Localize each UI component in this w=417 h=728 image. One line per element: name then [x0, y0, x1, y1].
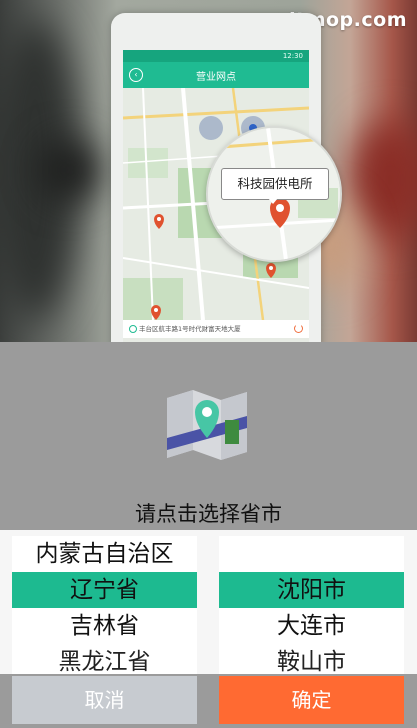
province-wheel[interactable]: 内蒙古自治区 辽宁省 吉林省 黑龙江省 — [12, 536, 197, 674]
province-option-selected[interactable]: 辽宁省 — [12, 572, 197, 608]
map-icon — [167, 390, 247, 460]
address-bar: 丰台区航丰路1号时代财富天地大厦 — [123, 320, 309, 338]
region-picker: 内蒙古自治区 辽宁省 吉林省 黑龙江省 沈阳市 大连市 鞍山市 — [0, 530, 417, 674]
province-option[interactable]: 内蒙古自治区 — [12, 536, 197, 572]
dialog-title: 请点击选择省市 — [135, 502, 282, 526]
city-option-selected[interactable]: 沈阳市 — [219, 572, 404, 608]
confirm-button[interactable]: 确定 — [219, 676, 404, 724]
app-title: 营业网点 — [196, 72, 236, 83]
app-bar: ‹ 营业网点 — [123, 62, 309, 88]
callout-tail — [268, 198, 278, 204]
status-bar: 12:30 — [123, 50, 309, 62]
location-icon — [129, 325, 137, 333]
status-time: 12:30 — [282, 52, 303, 60]
city-option[interactable]: 大连市 — [219, 608, 404, 644]
city-option[interactable] — [219, 536, 404, 572]
region-picker-dialog: 请点击选择省市 内蒙古自治区 辽宁省 吉林省 黑龙江省 沈阳市 大连市 鞍山市 … — [0, 342, 417, 728]
location-callout: 科技园供电所 — [221, 168, 329, 200]
address-text: 丰台区航丰路1号时代财富天地大厦 — [139, 325, 241, 333]
hero-banner: www.itmop.com 12:30 ‹ 营业网点 — [0, 0, 417, 342]
refresh-icon — [294, 324, 303, 333]
cancel-button[interactable]: 取消 — [12, 676, 197, 724]
province-option[interactable]: 吉林省 — [12, 608, 197, 644]
city-wheel[interactable]: 沈阳市 大连市 鞍山市 — [219, 536, 404, 674]
city-option[interactable]: 鞍山市 — [219, 644, 404, 674]
province-option[interactable]: 黑龙江省 — [12, 644, 197, 674]
